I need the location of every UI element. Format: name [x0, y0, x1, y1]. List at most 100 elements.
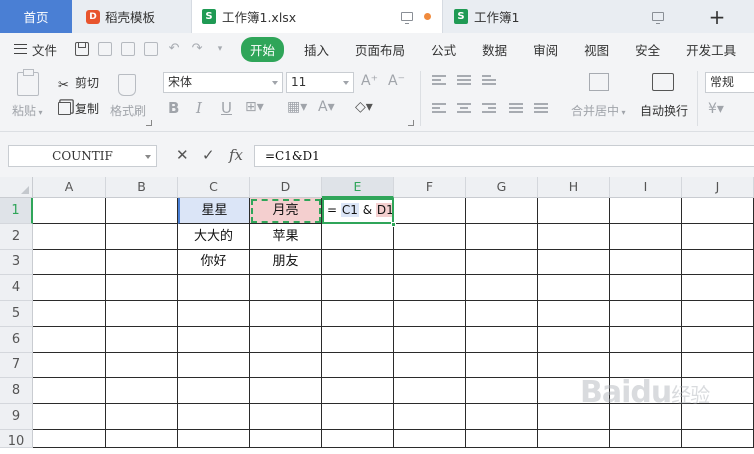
cell-a4[interactable] — [33, 275, 106, 301]
tab-data[interactable]: 数据 — [482, 40, 507, 59]
cell-a2[interactable] — [33, 224, 106, 250]
cell-j3[interactable] — [682, 250, 754, 275]
cell-e2[interactable] — [322, 224, 394, 250]
cell-e8[interactable] — [322, 378, 394, 404]
row-header-6[interactable]: 6 — [0, 327, 33, 353]
row-header-8[interactable]: 8 — [0, 378, 33, 404]
paste-button[interactable]: 粘贴 ▾ — [12, 102, 43, 119]
undo-icon[interactable]: ↶ — [167, 42, 181, 56]
cell-b3[interactable] — [106, 250, 178, 275]
select-all-corner[interactable] — [0, 177, 33, 198]
cell-c8[interactable] — [178, 378, 250, 404]
underline-icon[interactable]: U — [221, 99, 232, 117]
formula-input[interactable]: =C1&D1 — [254, 145, 754, 167]
cell-j10[interactable] — [682, 430, 754, 448]
cell-h2[interactable] — [538, 224, 610, 250]
column-header-a[interactable]: A — [33, 177, 106, 198]
column-header-f[interactable]: F — [394, 177, 466, 198]
cell-h10[interactable] — [538, 430, 610, 448]
cell-e4[interactable] — [322, 275, 394, 301]
column-header-b[interactable]: B — [106, 177, 178, 198]
align-right-icon[interactable] — [482, 103, 496, 115]
cell-a10[interactable] — [33, 430, 106, 448]
cell-i2[interactable] — [610, 224, 682, 250]
wrap-text-icon[interactable] — [652, 73, 674, 91]
cell-c7[interactable] — [178, 353, 250, 378]
font-color-icon[interactable]: A▾ — [318, 99, 335, 115]
cell-c1[interactable]: 星星 — [178, 198, 250, 224]
cell-f3[interactable] — [394, 250, 466, 275]
decrease-font-icon[interactable]: A⁻ — [388, 73, 405, 89]
cell-g7[interactable] — [466, 353, 538, 378]
cell-c10[interactable] — [178, 430, 250, 448]
row-header-1[interactable]: 1 — [0, 198, 33, 224]
tab-formulas[interactable]: 公式 — [431, 40, 456, 59]
tab-view[interactable]: 视图 — [584, 40, 609, 59]
print-preview-icon[interactable] — [98, 42, 113, 56]
cell-i6[interactable] — [610, 327, 682, 353]
font-name-select[interactable]: 宋体 — [163, 72, 283, 93]
cell-b4[interactable] — [106, 275, 178, 301]
cell-c4[interactable] — [178, 275, 250, 301]
row-header-7[interactable]: 7 — [0, 353, 33, 378]
cell-e1-editing[interactable]: = C1 & D1 — [322, 198, 394, 224]
cell-e6[interactable] — [322, 327, 394, 353]
cell-g8[interactable] — [466, 378, 538, 404]
cell-h6[interactable] — [538, 327, 610, 353]
cell-g3[interactable] — [466, 250, 538, 275]
cell-h3[interactable] — [538, 250, 610, 275]
tab-workbook-xlsx[interactable]: S 工作簿1.xlsx — [191, 0, 443, 33]
new-tab-button[interactable]: + — [700, 0, 734, 33]
cell-b7[interactable] — [106, 353, 178, 378]
cell-e5[interactable] — [322, 301, 394, 327]
row-header-10[interactable]: 10 — [0, 430, 33, 449]
align-middle-icon[interactable] — [457, 75, 471, 87]
bold-icon[interactable]: B — [168, 99, 179, 117]
cell-a3[interactable] — [33, 250, 106, 275]
cell-i3[interactable] — [610, 250, 682, 275]
cell-h1[interactable] — [538, 198, 610, 224]
paste-icon[interactable] — [17, 69, 39, 96]
cell-j5[interactable] — [682, 301, 754, 327]
cell-h5[interactable] — [538, 301, 610, 327]
font-size-select[interactable]: 11 — [286, 72, 354, 93]
indent-increase-icon[interactable] — [534, 103, 548, 115]
cell-e10[interactable] — [322, 430, 394, 448]
row-header-4[interactable]: 4 — [0, 275, 33, 301]
cell-j6[interactable] — [682, 327, 754, 353]
cell-d9[interactable] — [250, 404, 322, 430]
wrap-text-button[interactable]: 自动换行 — [640, 102, 688, 119]
dropdown-icon[interactable]: ▾ — [213, 42, 227, 56]
cell-j4[interactable] — [682, 275, 754, 301]
cell-a1[interactable] — [33, 198, 106, 224]
align-bottom-icon[interactable] — [482, 75, 496, 87]
tab-docer-templates[interactable]: D 稻壳模板 — [73, 0, 190, 33]
cell-d7[interactable] — [250, 353, 322, 378]
cell-f6[interactable] — [394, 327, 466, 353]
borders-icon[interactable]: ⊞▾ — [245, 99, 264, 115]
cell-e3[interactable] — [322, 250, 394, 275]
save-icon[interactable] — [75, 42, 90, 56]
row-header-5[interactable]: 5 — [0, 301, 33, 327]
cell-f2[interactable] — [394, 224, 466, 250]
format-painter-label[interactable]: 格式刷 — [110, 102, 146, 119]
cell-d1[interactable]: 月亮 — [250, 198, 322, 224]
window-icon[interactable] — [652, 12, 664, 24]
cell-f9[interactable] — [394, 404, 466, 430]
cell-e9[interactable] — [322, 404, 394, 430]
cell-d10[interactable] — [250, 430, 322, 448]
cell-d5[interactable] — [250, 301, 322, 327]
cell-b6[interactable] — [106, 327, 178, 353]
cell-g5[interactable] — [466, 301, 538, 327]
cell-b9[interactable] — [106, 404, 178, 430]
cell-g1[interactable] — [466, 198, 538, 224]
cell-a5[interactable] — [33, 301, 106, 327]
column-header-c[interactable]: C — [178, 177, 250, 198]
clipboard-dialog-launcher[interactable] — [146, 120, 152, 126]
cell-b1[interactable] — [106, 198, 178, 224]
currency-icon[interactable]: ¥▾ — [708, 101, 724, 117]
cell-f5[interactable] — [394, 301, 466, 327]
cell-a9[interactable] — [33, 404, 106, 430]
column-header-e[interactable]: E — [322, 177, 394, 198]
clear-format-icon[interactable]: ◇▾ — [355, 99, 373, 115]
